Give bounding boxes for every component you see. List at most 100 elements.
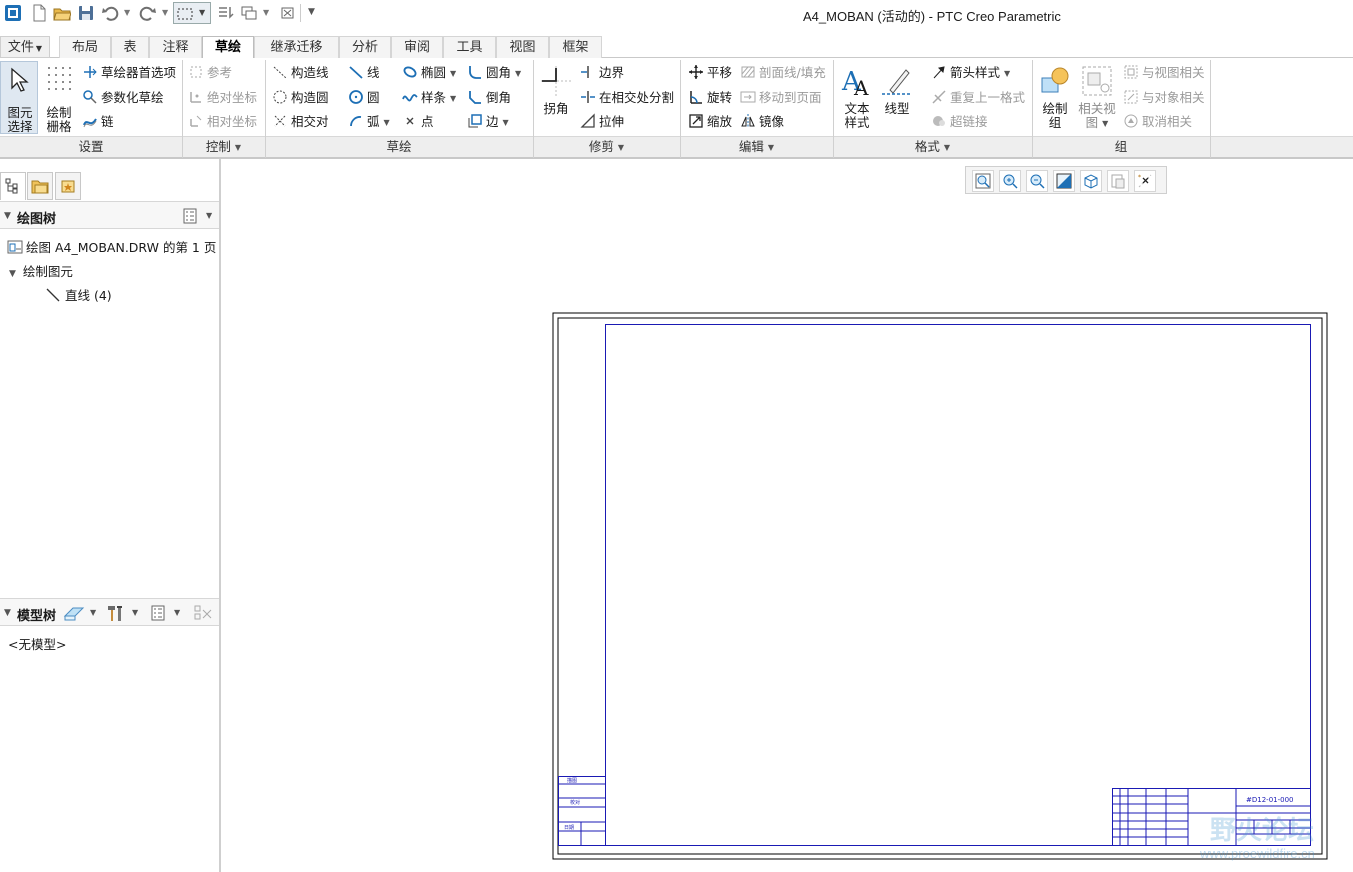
reference-button[interactable]: 参考: [188, 64, 232, 82]
eraser-icon[interactable]: [63, 604, 85, 622]
zoom-out-button[interactable]: [1026, 170, 1048, 192]
regenerate-icon[interactable]: [216, 4, 234, 22]
zoom-in-button[interactable]: [999, 170, 1021, 192]
arrow-style-button[interactable]: 箭头样式 ▼: [931, 64, 1010, 82]
group-label-trim[interactable]: 修剪 ▼: [533, 138, 680, 156]
chamfer-button[interactable]: 倒角: [467, 89, 511, 107]
sketcher-preferences-button[interactable]: 草绘器首选项: [82, 64, 176, 82]
divide-at-intersection-button[interactable]: 在相交处分割: [580, 89, 674, 107]
repeat-format-icon: [932, 90, 946, 104]
drawing-number: #D12-01-000: [1246, 796, 1293, 804]
edge-button[interactable]: 边 ▼: [467, 113, 509, 131]
hyperlink-button[interactable]: 超链接: [931, 113, 988, 131]
saved-views-button[interactable]: [1107, 170, 1129, 192]
redo-icon[interactable]: [139, 4, 157, 22]
tab-view[interactable]: 视图: [496, 36, 549, 58]
point-button[interactable]: 点: [402, 113, 434, 131]
app-icon[interactable]: [4, 4, 22, 22]
new-file-icon[interactable]: [30, 4, 48, 22]
tree-item-sheet[interactable]: 绘图 A4_MOBAN.DRW 的第 1 页: [7, 238, 216, 258]
rotate-button[interactable]: 旋转: [688, 89, 732, 107]
corner-button[interactable]: 拐角: [538, 64, 574, 116]
tab-legacy-migration[interactable]: 继承迁移: [254, 36, 339, 58]
tab-file[interactable]: 文件 ▼: [0, 36, 50, 58]
annotation-display-button[interactable]: *: [1134, 170, 1156, 192]
intersect-button[interactable]: 相交对: [272, 113, 329, 131]
settings-dropdown-icon[interactable]: ▼: [132, 608, 138, 617]
tab-analysis[interactable]: 分析: [339, 36, 391, 58]
tree-columns-icon[interactable]: [150, 605, 166, 621]
stretch-button[interactable]: 拉伸: [580, 113, 624, 131]
fillet-button[interactable]: 圆角 ▼: [467, 64, 521, 82]
tab-review[interactable]: 审阅: [391, 36, 443, 58]
draw-group-button[interactable]: 绘制 组: [1038, 64, 1072, 130]
windows-icon[interactable]: [240, 4, 258, 22]
translate-label: 平移: [707, 65, 733, 80]
tab-layout[interactable]: 布局: [59, 36, 111, 58]
close-window-icon[interactable]: [279, 4, 297, 22]
refit-button[interactable]: [972, 170, 994, 192]
linestyle-button[interactable]: 线型: [878, 64, 916, 116]
tab-folder-browser[interactable]: [27, 172, 53, 200]
hyperlink-label: 超链接: [950, 114, 988, 129]
tab-model-tree[interactable]: [0, 172, 26, 200]
translate-button[interactable]: 平移: [688, 64, 732, 82]
columns-dropdown-icon[interactable]: ▼: [174, 608, 180, 617]
rotate-label: 旋转: [707, 90, 733, 105]
group-label-edit[interactable]: 编辑 ▼: [680, 138, 833, 156]
line-label: 线: [367, 65, 380, 80]
group-label-control[interactable]: 控制 ▼: [182, 138, 265, 156]
tab-sketch[interactable]: 草绘: [202, 36, 254, 59]
tree-item-lines[interactable]: 直线 (4): [45, 286, 112, 306]
arc-button[interactable]: 弧 ▼: [348, 113, 390, 131]
save-icon[interactable]: [77, 4, 95, 22]
tree-settings-icon[interactable]: [182, 208, 198, 224]
chain-button[interactable]: 链: [82, 113, 114, 131]
absolute-coords-button[interactable]: 绝对坐标: [188, 89, 257, 107]
windows-dropdown-icon[interactable]: ▼: [263, 8, 269, 17]
selection-box-button[interactable]: ▼: [173, 2, 211, 24]
line-button[interactable]: 线: [348, 64, 380, 82]
filter-icon[interactable]: [193, 604, 213, 622]
repeat-format-button[interactable]: 重复上一格式: [931, 89, 1025, 107]
relate-to-object-button[interactable]: 与对象相关: [1123, 89, 1205, 107]
construction-line-button[interactable]: 构造线: [272, 64, 329, 82]
relate-to-view-button[interactable]: 与视图相关: [1123, 64, 1205, 82]
tree-item-draft-entities[interactable]: ▼ 绘制图元: [9, 262, 73, 282]
mirror-button[interactable]: 镜像: [740, 113, 784, 131]
relative-coords-button[interactable]: 相对坐标: [188, 113, 257, 131]
construction-circle-button[interactable]: 构造圆: [272, 89, 329, 107]
hatch-fill-button[interactable]: 剖面线/填充: [740, 64, 826, 82]
hammer-tools-icon[interactable]: [106, 604, 126, 622]
show-dropdown-icon[interactable]: ▼: [90, 608, 96, 617]
select-entity-button[interactable]: 图元 选择: [0, 61, 38, 134]
undo-icon[interactable]: [101, 4, 119, 22]
tab-annotate[interactable]: 注释: [149, 36, 202, 58]
scale-button[interactable]: 缩放: [688, 113, 732, 131]
tab-tools[interactable]: 工具: [443, 36, 496, 58]
parametric-sketch-button[interactable]: 参数化草绘: [82, 89, 164, 107]
relate-view-button[interactable]: 相关视 图 ▼: [1076, 64, 1118, 131]
tree-settings-dropdown-icon[interactable]: ▼: [206, 211, 212, 220]
group-label-format[interactable]: 格式 ▼: [833, 138, 1032, 156]
model-tree-header[interactable]: ▼ 模型树 ▼ ▼ ▼: [0, 598, 219, 626]
undo-dropdown-icon[interactable]: ▼: [124, 8, 130, 17]
unrelate-button[interactable]: 取消相关: [1123, 113, 1192, 131]
ellipse-button[interactable]: 椭圆 ▼: [402, 64, 456, 82]
customize-quick-access-icon[interactable]: ▼: [308, 7, 315, 17]
tab-favorites[interactable]: [55, 172, 81, 200]
display-style-button[interactable]: [1080, 170, 1102, 192]
open-file-icon[interactable]: [53, 4, 71, 22]
spline-button[interactable]: 样条 ▼: [402, 89, 456, 107]
tab-frame[interactable]: 框架: [549, 36, 602, 58]
drawing-tree-header[interactable]: ▼ 绘图树 ▼: [0, 201, 219, 229]
text-style-button[interactable]: AA 文本 样式: [838, 64, 876, 130]
tab-table[interactable]: 表: [111, 36, 149, 58]
draw-grid-button[interactable]: 绘制 栅格: [42, 64, 76, 134]
move-to-sheet-button[interactable]: 移动到页面: [740, 89, 822, 107]
ribbon-tabs: 文件 ▼ 布局 表 注释 草绘 继承迁移 分析 审阅 工具 视图 框架: [0, 36, 1353, 59]
boundary-button[interactable]: 边界: [580, 64, 624, 82]
redo-dropdown-icon[interactable]: ▼: [162, 8, 168, 17]
repaint-button[interactable]: [1053, 170, 1075, 192]
circle-button[interactable]: 圆: [348, 89, 380, 107]
